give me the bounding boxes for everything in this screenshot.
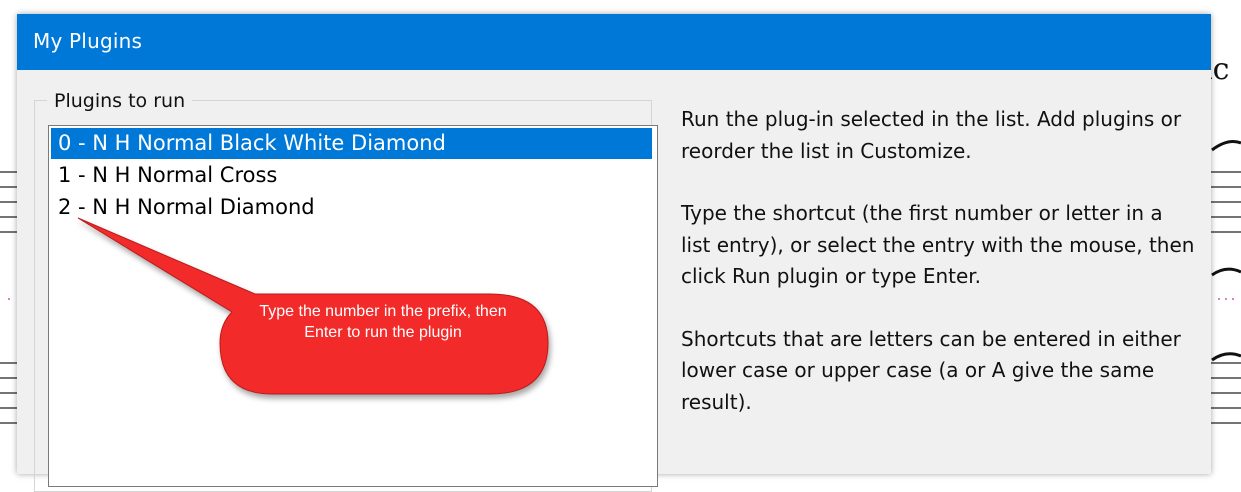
plugin-list-item-label: 2 - N H Normal Diamond xyxy=(58,195,315,219)
callout-text: Type the number in the prefix, then Ente… xyxy=(259,303,507,341)
title-bar[interactable]: My Plugins xyxy=(17,14,1211,70)
plugins-dialog: My Plugins Plugins to run 0 - N H Normal… xyxy=(17,14,1211,492)
help-paragraph-run: Run the plug-in selected in the list. Ad… xyxy=(681,107,1182,163)
help-text: Run the plug-in selected in the list. Ad… xyxy=(681,104,1196,449)
plugin-list-item[interactable]: 0 - N H Normal Black White Diamond xyxy=(51,128,652,159)
dialog-title: My Plugins xyxy=(33,29,143,53)
plugin-list-item[interactable]: 2 - N H Normal Diamond xyxy=(51,192,652,223)
plugin-list-item-label: 1 - N H Normal Cross xyxy=(58,163,278,187)
plugins-group-label: Plugins to run xyxy=(47,90,193,112)
plugin-list-item-label: 0 - N H Normal Black White Diamond xyxy=(58,131,446,155)
help-paragraph-case: Shortcuts that are letters can be entere… xyxy=(681,326,1181,414)
help-paragraph-shortcut: Type the shortcut (the first number or l… xyxy=(681,201,1195,288)
plugin-list-item[interactable]: 1 - N H Normal Cross xyxy=(51,160,652,191)
